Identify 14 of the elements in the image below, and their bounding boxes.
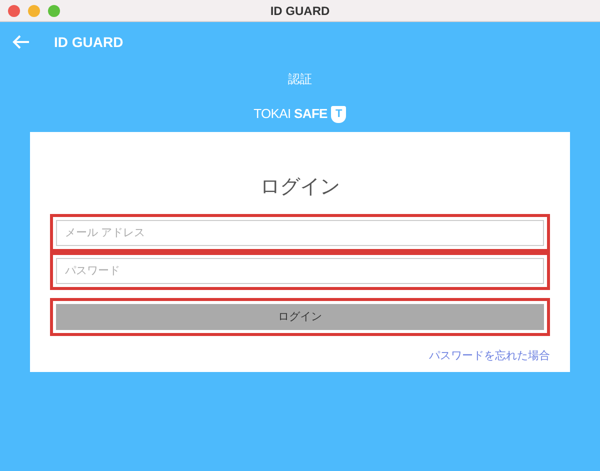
minimize-icon[interactable] xyxy=(28,4,40,16)
input-field[interactable]: パスワード xyxy=(50,252,550,290)
window-title: ID GUARD xyxy=(270,2,330,20)
forgot-password-link[interactable]: パスワードを忘れた場合 xyxy=(429,348,550,364)
zoom-icon[interactable] xyxy=(48,4,60,16)
logo-text: TOKAI SAFE xyxy=(254,105,328,124)
input-field[interactable]: メール アドレス xyxy=(50,214,550,252)
header-title: ID GUARD xyxy=(54,32,124,52)
login-heading: ログイン xyxy=(260,175,340,200)
shield-logo-icon: T xyxy=(331,106,346,122)
section-title: 認証 xyxy=(288,71,312,88)
close-icon[interactable] xyxy=(8,4,20,16)
back-arrow-icon[interactable] xyxy=(12,34,30,50)
login-button[interactable]: ログイン xyxy=(56,304,544,330)
